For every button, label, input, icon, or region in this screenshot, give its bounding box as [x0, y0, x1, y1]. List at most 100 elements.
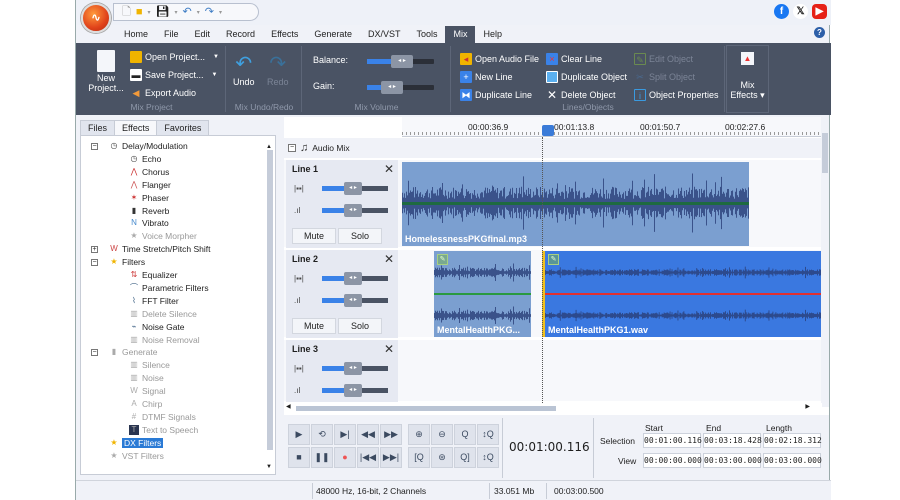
- rewind-button[interactable]: ◀◀: [357, 424, 379, 445]
- scroll-right-icon[interactable]: ▶: [805, 403, 810, 410]
- playhead-handle[interactable]: [542, 125, 554, 136]
- tree-item[interactable]: ▮ Reverb: [129, 205, 170, 217]
- selection-end-field[interactable]: 00:03:18.428: [703, 433, 762, 448]
- zoom-vertical-out-button[interactable]: ↕Q: [477, 447, 499, 468]
- fast-forward-button[interactable]: ▶▶: [380, 424, 402, 445]
- tree-item[interactable]: ⌇ FFT Filter: [129, 295, 179, 307]
- timeline-ruler[interactable]: 00:00:36.9 00:01:13.8 00:01:50.7 00:02:2…: [402, 117, 822, 137]
- delete-object-button[interactable]: ✕ Delete Object: [546, 89, 616, 101]
- open-audio-file-button[interactable]: ◂ Open Audio File: [460, 53, 539, 65]
- open-project-button[interactable]: Open Project... ▼: [130, 51, 219, 63]
- tree-item[interactable]: ⋀ Chorus: [129, 166, 170, 178]
- tree-scrollbar[interactable]: [267, 150, 273, 450]
- save-icon[interactable]: 💾︎: [156, 6, 170, 18]
- line-balance-slider[interactable]: ◂ ▸: [322, 182, 388, 195]
- tab-favorites[interactable]: Favorites: [156, 120, 210, 135]
- new-file-icon[interactable]: 🗋: [122, 6, 131, 18]
- edit-object-button[interactable]: ✎ Edit Object: [634, 53, 693, 65]
- tree-item[interactable]: T Text to Speech: [129, 424, 198, 436]
- solo-button[interactable]: Solo: [338, 228, 382, 244]
- mix-effects-button[interactable]: ▲ Mix Effects ▾: [726, 45, 769, 113]
- split-object-button[interactable]: ✂ Split Object: [634, 71, 695, 83]
- tree-item[interactable]: ▥ Silence: [129, 359, 170, 371]
- tree-item[interactable]: ▥ Noise: [129, 372, 164, 384]
- slider-thumb[interactable]: ◂ ▸: [344, 204, 362, 217]
- menu-generate[interactable]: Generate: [306, 26, 360, 43]
- view-end-field[interactable]: 00:03:00.000: [703, 453, 762, 468]
- tree-item[interactable]: ⋀ Flanger: [129, 179, 171, 191]
- tree-item[interactable]: ⌒ Parametric Filters: [129, 282, 209, 294]
- clear-line-button[interactable]: × Clear Line: [546, 53, 602, 65]
- undo-icon[interactable]: ↶: [183, 6, 192, 18]
- duplicate-line-button[interactable]: ⧓ Duplicate Line: [460, 89, 532, 101]
- undo-dropdown-icon[interactable]: ▾: [197, 9, 200, 16]
- line-balance-slider[interactable]: ◂ ▸: [322, 272, 388, 285]
- zoom-full-button[interactable]: Q: [454, 424, 476, 445]
- help-icon[interactable]: ?: [814, 27, 825, 38]
- slider-thumb[interactable]: ◂ ▸: [344, 384, 362, 397]
- tree-item[interactable]: ▮ Generate: [109, 346, 158, 358]
- tree-item[interactable]: A Chirp: [129, 398, 162, 410]
- collapse-icon[interactable]: −: [91, 143, 98, 150]
- menu-file[interactable]: File: [156, 26, 187, 43]
- slider-thumb[interactable]: ◂ ▸: [344, 294, 362, 307]
- scroll-left-icon[interactable]: ◀: [286, 403, 291, 410]
- tree-item[interactable]: # DTMF Signals: [129, 411, 196, 423]
- edit-clip-icon[interactable]: ✎: [437, 254, 448, 265]
- view-length-field[interactable]: 00:03:00.000: [763, 453, 822, 468]
- scroll-thumb[interactable]: [296, 406, 556, 411]
- zoom-selection-left-button[interactable]: [Q: [408, 447, 430, 468]
- tree-item[interactable]: ◷ Delay/Modulation: [109, 140, 188, 152]
- play-button[interactable]: ▶: [288, 424, 310, 445]
- audio-clip[interactable]: ✎ MentalHealthPKG...: [434, 251, 531, 337]
- menu-edit[interactable]: Edit: [187, 26, 219, 43]
- line-volume-slider[interactable]: ◂ ▸: [322, 384, 388, 397]
- menu-dxvst[interactable]: DX/VST: [360, 26, 409, 43]
- undo-button[interactable]: ↶ Undo: [233, 54, 255, 87]
- tree-item[interactable]: ⌁ Noise Gate: [129, 321, 185, 333]
- tree-item[interactable]: ★ VST Filters: [109, 450, 163, 462]
- tree-item[interactable]: ▥ Noise Removal: [129, 334, 199, 346]
- loop-button[interactable]: ⟲: [311, 424, 333, 445]
- tree-item[interactable]: ★ Filters: [109, 256, 145, 268]
- line-volume-slider[interactable]: ◂ ▸: [322, 294, 388, 307]
- app-logo-icon[interactable]: ∿: [81, 3, 111, 33]
- collapse-icon[interactable]: −: [91, 349, 98, 357]
- x-icon[interactable]: 𝕏: [793, 4, 808, 19]
- tree-item[interactable]: ✶ Phaser: [129, 192, 169, 204]
- mute-button[interactable]: Mute: [292, 228, 336, 244]
- expand-icon[interactable]: +: [91, 246, 98, 254]
- tree-item[interactable]: ▥ Delete Silence: [129, 308, 197, 320]
- slider-thumb[interactable]: ◂ ▸: [381, 81, 403, 94]
- slider-thumb[interactable]: ◂ ▸: [391, 55, 413, 68]
- tree-item[interactable]: ⇅ Equalizer: [129, 269, 178, 281]
- redo-dropdown-icon[interactable]: ▾: [219, 9, 222, 16]
- close-line-icon[interactable]: ✕: [384, 252, 394, 266]
- scroll-down-icon[interactable]: ▼: [266, 464, 272, 470]
- selection-start-field[interactable]: 00:01:00.116: [643, 433, 702, 448]
- selection-length-field[interactable]: 00:02:18.312: [763, 433, 822, 448]
- play-to-end-button[interactable]: ▶|: [334, 424, 356, 445]
- save-project-button[interactable]: ▬ Save Project... ▼: [130, 69, 217, 81]
- open-folder-icon[interactable]: ■: [136, 6, 143, 18]
- pause-button[interactable]: ❚❚: [311, 447, 333, 468]
- object-properties-button[interactable]: i Object Properties: [634, 89, 719, 101]
- go-to-end-button[interactable]: ▶▶|: [380, 447, 402, 468]
- collapse-icon[interactable]: −: [288, 144, 296, 152]
- open-dropdown-icon[interactable]: ▾: [148, 9, 151, 16]
- audio-clip[interactable]: HomelessnessPKGfinal.mp3: [402, 162, 749, 246]
- horizontal-scrollbar[interactable]: ◀ ▶: [284, 403, 822, 413]
- line-balance-slider[interactable]: ◂ ▸: [322, 362, 388, 375]
- facebook-icon[interactable]: f: [774, 4, 789, 19]
- export-audio-button[interactable]: ◀ Export Audio: [130, 87, 197, 99]
- slider-thumb[interactable]: ◂ ▸: [344, 272, 362, 285]
- view-start-field[interactable]: 00:00:00.000: [643, 453, 702, 468]
- youtube-icon[interactable]: ▶: [812, 4, 827, 19]
- duplicate-object-button[interactable]: Duplicate Object: [546, 71, 627, 83]
- menu-effects[interactable]: Effects: [263, 26, 306, 43]
- tree-item[interactable]: ★ Voice Morpher: [129, 230, 196, 242]
- zoom-selection-right-button[interactable]: Q]: [454, 447, 476, 468]
- menu-mix[interactable]: Mix: [445, 26, 476, 43]
- tab-effects[interactable]: Effects: [114, 120, 158, 136]
- tree-item[interactable]: W Time Stretch/Pitch Shift: [109, 243, 210, 255]
